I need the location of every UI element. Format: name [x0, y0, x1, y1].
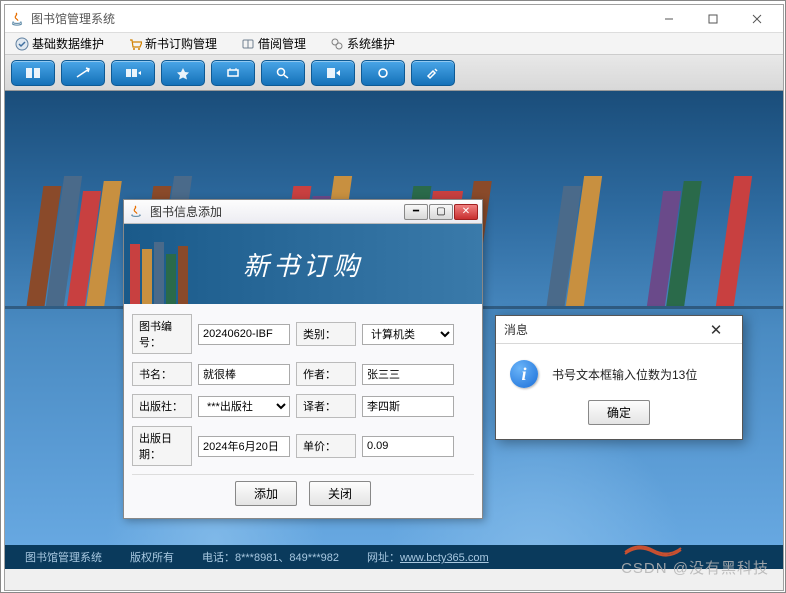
form-area: 图书编号： 类别： 计算机类 书名： 作者： 出版社： ***出版社 译者： 出… [124, 304, 482, 518]
menu-label: 借阅管理 [258, 35, 306, 52]
inner-minimize-button[interactable]: ━ [404, 204, 428, 220]
footer-link[interactable]: www.bcty365.com [400, 552, 489, 564]
footer-sys: 图书馆管理系统 [25, 549, 102, 565]
java-icon [128, 204, 144, 220]
tool-btn-2[interactable] [61, 60, 105, 86]
book-id-input[interactable] [198, 324, 290, 345]
tool-btn-4[interactable] [161, 60, 205, 86]
footer-copy: 版权所有 [130, 549, 174, 565]
menu-system-maint[interactable]: 系统维护 [324, 33, 401, 54]
watermark-logo [623, 540, 683, 558]
menu-new-book-order[interactable]: 新书订购管理 [122, 33, 223, 54]
main-window: 图书馆管理系统 基础数据维护 新书订购管理 借阅管理 系统维护 [4, 4, 784, 591]
add-button[interactable]: 添加 [235, 481, 297, 506]
inner-title: 图书信息添加 [150, 203, 404, 220]
banner-text: 新书订购 [243, 246, 363, 283]
pubdate-label: 出版日期： [132, 426, 192, 466]
toolbar [5, 55, 783, 91]
menu-borrow-mgmt[interactable]: 借阅管理 [235, 33, 312, 54]
book-id-label: 图书编号： [132, 314, 192, 354]
message-ok-button[interactable]: 确定 [588, 400, 650, 425]
price-input[interactable] [362, 436, 454, 457]
name-input[interactable] [198, 364, 290, 385]
tool-btn-9[interactable] [411, 60, 455, 86]
menu-basic-data[interactable]: 基础数据维护 [9, 33, 110, 54]
message-text: 书号文本框输入位数为13位 [552, 366, 697, 383]
message-title: 消息 [504, 321, 698, 338]
translator-label: 译者： [296, 394, 356, 418]
java-icon [9, 11, 25, 27]
category-select[interactable]: 计算机类 [362, 324, 454, 345]
author-label: 作者： [296, 362, 356, 386]
publisher-label: 出版社： [132, 394, 192, 418]
menubar: 基础数据维护 新书订购管理 借阅管理 系统维护 [5, 33, 783, 55]
footer-url: 网址：www.bcty365.com [367, 549, 489, 565]
translator-input[interactable] [362, 396, 454, 417]
tool-btn-7[interactable] [311, 60, 355, 86]
banner: 新书订购 [124, 224, 482, 304]
price-label: 单价： [296, 434, 356, 458]
message-titlebar[interactable]: 消息 ✕ [496, 316, 742, 344]
minimize-button[interactable] [647, 5, 691, 33]
footer-tel: 电话：8***8981、849***982 [202, 549, 339, 565]
category-label: 类别： [296, 322, 356, 346]
menu-label: 基础数据维护 [32, 35, 104, 52]
tool-btn-3[interactable] [111, 60, 155, 86]
publisher-select[interactable]: ***出版社 [198, 396, 290, 417]
maximize-button[interactable] [691, 5, 735, 33]
tool-btn-1[interactable] [11, 60, 55, 86]
inner-titlebar[interactable]: 图书信息添加 ━ ▢ ✕ [124, 200, 482, 224]
menu-label: 新书订购管理 [145, 35, 217, 52]
close-button[interactable] [735, 5, 779, 33]
menu-label: 系统维护 [347, 35, 395, 52]
main-titlebar: 图书馆管理系统 [5, 5, 783, 33]
message-close-button[interactable]: ✕ [698, 318, 734, 342]
name-label: 书名： [132, 362, 192, 386]
tool-btn-6[interactable] [261, 60, 305, 86]
author-input[interactable] [362, 364, 454, 385]
main-title: 图书馆管理系统 [31, 10, 647, 27]
inner-maximize-button[interactable]: ▢ [429, 204, 453, 220]
book-add-window: 图书信息添加 ━ ▢ ✕ 新书订购 图书编号： 类别： 计算机类 [123, 199, 483, 519]
message-dialog: 消息 ✕ i 书号文本框输入位数为13位 确定 [495, 315, 743, 440]
inner-close-button[interactable]: ✕ [454, 204, 478, 220]
pubdate-input[interactable] [198, 436, 290, 457]
tool-btn-5[interactable] [211, 60, 255, 86]
tool-btn-8[interactable] [361, 60, 405, 86]
info-icon: i [510, 360, 538, 388]
close-form-button[interactable]: 关闭 [309, 481, 371, 506]
